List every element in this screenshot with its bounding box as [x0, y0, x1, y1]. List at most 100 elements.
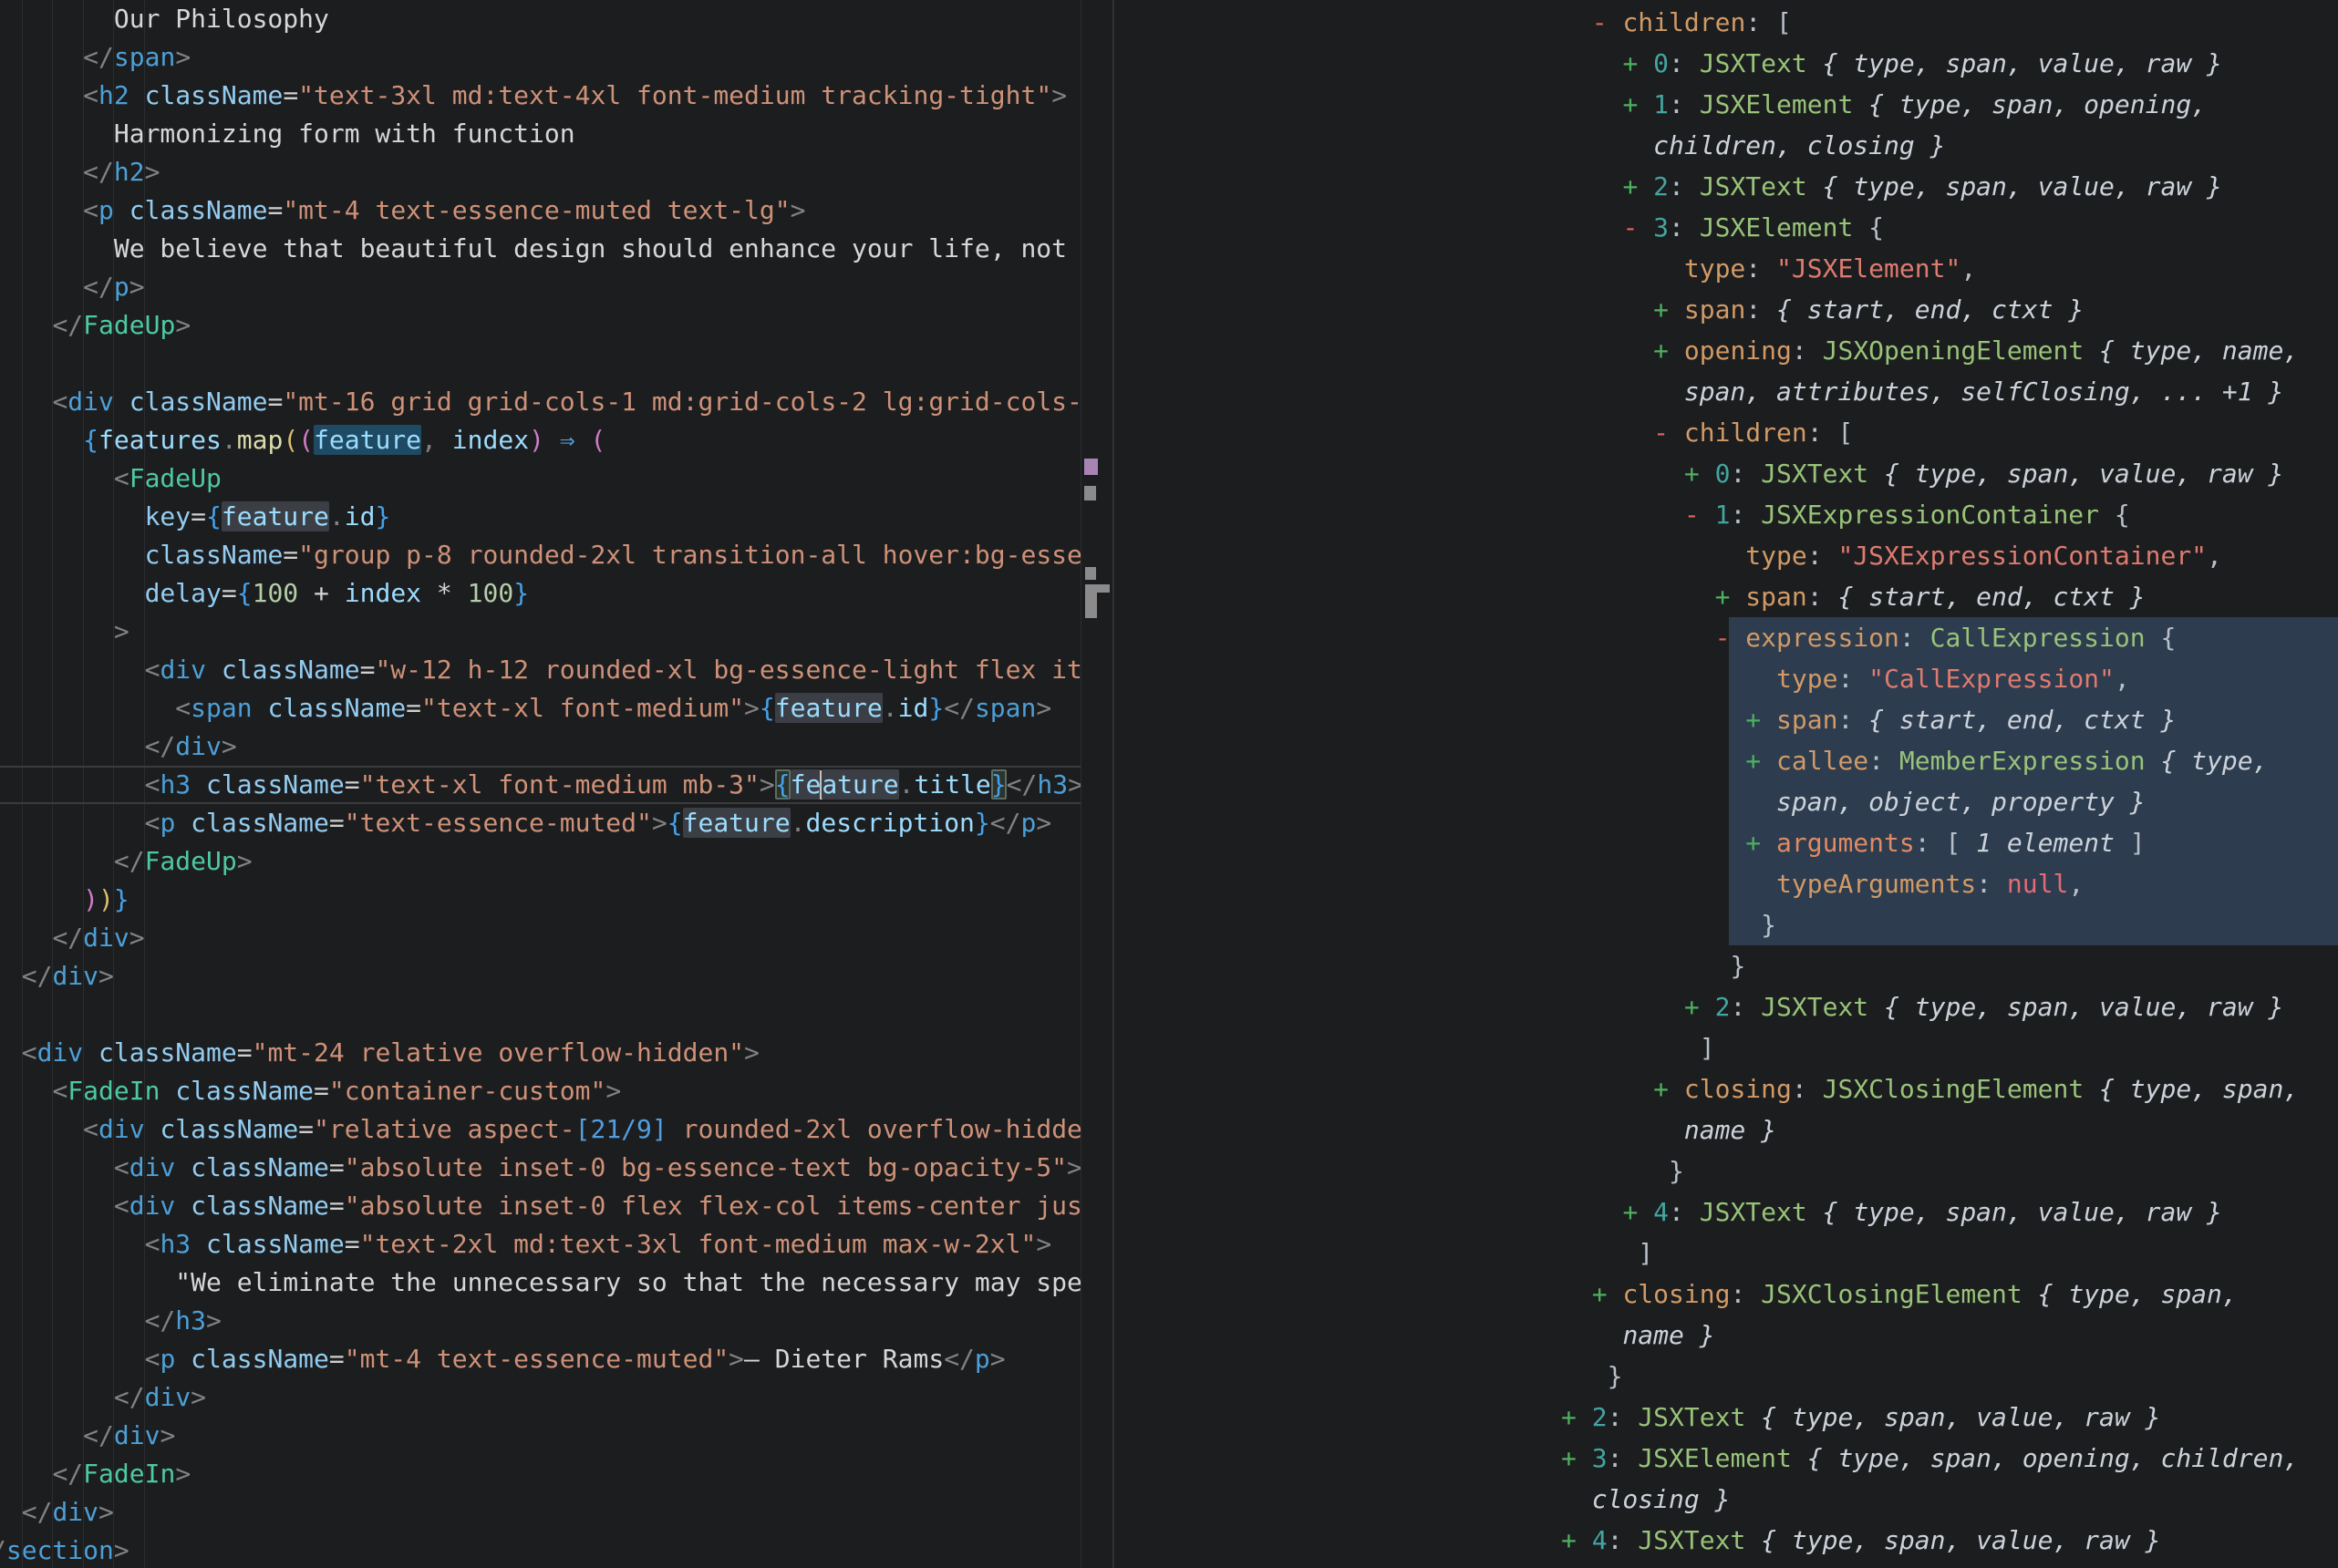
ast-line[interactable]: + callee: MemberExpression { type,: [1561, 740, 2299, 781]
code-line[interactable]: </div>: [0, 919, 1112, 957]
code-line[interactable]: delay={100 + index * 100}: [0, 574, 1112, 613]
code-line[interactable]: </div>: [0, 1417, 1112, 1455]
overview-ruler[interactable]: [1081, 0, 1113, 1568]
ast-line[interactable]: + closing: JSXClosingElement { type, spa…: [1561, 1274, 2299, 1315]
code-line[interactable]: <FadeIn className="container-custom">: [0, 1072, 1112, 1110]
code-line[interactable]: <div className="absolute inset-0 bg-esse…: [0, 1149, 1112, 1187]
code-line[interactable]: </div>: [0, 727, 1112, 766]
ast-line[interactable]: + arguments: [ 1 element ]: [1561, 822, 2299, 863]
ast-line[interactable]: + 2: JSXText { type, span, value, raw }: [1561, 986, 2299, 1027]
expand-icon[interactable]: +: [1653, 335, 1684, 366]
ast-line[interactable]: + 2: JSXText { type, span, value, raw }: [1561, 166, 2299, 207]
code-line[interactable]: <FadeUp: [0, 459, 1112, 498]
ast-line[interactable]: - expression: CallExpression {: [1561, 617, 2299, 658]
ast-line[interactable]: ]: [1561, 1233, 2299, 1274]
code-line[interactable]: <h3 className="text-xl font-medium mb-3"…: [0, 766, 1112, 804]
expand-icon[interactable]: +: [1622, 89, 1653, 119]
code-line[interactable]: [0, 345, 1112, 383]
panel-divider[interactable]: [1112, 0, 1114, 1568]
ast-line[interactable]: }: [1561, 1356, 2299, 1397]
collapse-icon[interactable]: -: [1684, 500, 1715, 530]
expand-icon[interactable]: +: [1684, 992, 1715, 1022]
code-line[interactable]: </h2>: [0, 153, 1112, 191]
ast-line[interactable]: + 3: JSXElement { type, span, opening, c…: [1561, 1438, 2299, 1479]
code-line[interactable]: </div>: [0, 1493, 1112, 1532]
expand-icon[interactable]: +: [1684, 459, 1715, 489]
expand-icon[interactable]: +: [1561, 1525, 1592, 1555]
ast-line[interactable]: type: "CallExpression",: [1561, 658, 2299, 699]
ast-line[interactable]: + 0: JSXText { type, span, value, raw }: [1561, 453, 2299, 494]
code-line[interactable]: </p>: [0, 268, 1112, 306]
ast-line[interactable]: + closing: JSXClosingElement { type, spa…: [1561, 1068, 2299, 1109]
code-line[interactable]: /section>: [0, 1532, 1112, 1568]
collapse-icon[interactable]: -: [1592, 7, 1623, 37]
code-line[interactable]: </FadeIn>: [0, 1455, 1112, 1493]
ast-line[interactable]: }: [1561, 1150, 2299, 1191]
collapse-icon[interactable]: -: [1622, 212, 1653, 242]
code-line[interactable]: <div className="relative aspect-[21/9] r…: [0, 1110, 1112, 1149]
ast-line[interactable]: ]: [1561, 1027, 2299, 1068]
ast-line[interactable]: name }: [1561, 1315, 2299, 1356]
ast-line[interactable]: + 0: JSXText { type, span, value, raw }: [1561, 43, 2299, 84]
expand-icon[interactable]: +: [1653, 294, 1684, 325]
ast-line[interactable]: }: [1561, 945, 2299, 986]
ast-line[interactable]: + 4: JSXText { type, span, value, raw }: [1561, 1191, 2299, 1233]
expand-icon[interactable]: +: [1715, 582, 1746, 612]
expand-icon[interactable]: +: [1622, 48, 1653, 78]
code-line[interactable]: We believe that beautiful design should …: [0, 230, 1112, 268]
expand-icon[interactable]: +: [1561, 1402, 1592, 1432]
code-line[interactable]: Harmonizing form with function: [0, 115, 1112, 153]
code-line[interactable]: className="group p-8 rounded-2xl transit…: [0, 536, 1112, 574]
expand-icon[interactable]: +: [1745, 828, 1776, 858]
ast-line[interactable]: type: "JSXElement",: [1561, 248, 2299, 289]
ast-tree[interactable]: - children: [ + 0: JSXText { type, span,…: [1561, 2, 2299, 1561]
ast-line[interactable]: + opening: JSXOpeningElement { type, nam…: [1561, 330, 2299, 371]
code-line[interactable]: <span className="text-xl font-medium">{f…: [0, 689, 1112, 727]
ast-line[interactable]: children, closing }: [1561, 125, 2299, 166]
code-line[interactable]: >: [0, 613, 1112, 651]
code-line[interactable]: <div className="w-12 h-12 rounded-xl bg-…: [0, 651, 1112, 689]
ast-line[interactable]: + 2: JSXText { type, span, value, raw }: [1561, 1397, 2299, 1438]
ast-line[interactable]: closing }: [1561, 1479, 2299, 1520]
code-line[interactable]: <p className="mt-4 text-essence-muted">—…: [0, 1340, 1112, 1378]
expand-icon[interactable]: +: [1745, 746, 1776, 776]
code-line[interactable]: <div className="absolute inset-0 flex fl…: [0, 1187, 1112, 1225]
code-line[interactable]: [0, 995, 1112, 1034]
expand-icon[interactable]: +: [1592, 1279, 1623, 1309]
code-line[interactable]: </span>: [0, 38, 1112, 77]
ast-line[interactable]: name }: [1561, 1109, 2299, 1150]
ast-line[interactable]: }: [1561, 904, 2299, 945]
code-line[interactable]: <div className="mt-16 grid grid-cols-1 m…: [0, 383, 1112, 421]
ast-line[interactable]: - children: [: [1561, 412, 2299, 453]
ast-line[interactable]: + 4: JSXText { type, span, value, raw }: [1561, 1520, 2299, 1561]
expand-icon[interactable]: +: [1653, 1074, 1684, 1104]
code-line[interactable]: <p className="text-essence-muted">{featu…: [0, 804, 1112, 842]
code-line[interactable]: <h2 className="text-3xl md:text-4xl font…: [0, 77, 1112, 115]
expand-icon[interactable]: +: [1561, 1443, 1592, 1473]
code-editor[interactable]: Our Philosophy </span> <h2 className="te…: [0, 0, 1112, 1568]
ast-line[interactable]: + span: { start, end, ctxt }: [1561, 699, 2299, 740]
ast-line[interactable]: type: "JSXExpressionContainer",: [1561, 535, 2299, 576]
code-line[interactable]: <p className="mt-4 text-essence-muted te…: [0, 191, 1112, 230]
expand-icon[interactable]: +: [1622, 1197, 1653, 1227]
ast-line[interactable]: + 1: JSXElement { type, span, opening,: [1561, 84, 2299, 125]
code-line[interactable]: </FadeUp>: [0, 842, 1112, 881]
code-line[interactable]: </FadeUp>: [0, 306, 1112, 345]
code-line[interactable]: </div>: [0, 957, 1112, 995]
ast-line[interactable]: - children: [: [1561, 2, 2299, 43]
code-line[interactable]: ))}: [0, 881, 1112, 919]
ast-line[interactable]: - 3: JSXElement {: [1561, 207, 2299, 248]
ast-panel[interactable]: - children: [ + 0: JSXText { type, span,…: [1114, 0, 2338, 1568]
ast-line[interactable]: typeArguments: null,: [1561, 863, 2299, 904]
ast-line[interactable]: + span: { start, end, ctxt }: [1561, 576, 2299, 617]
code-line[interactable]: <h3 className="text-2xl md:text-3xl font…: [0, 1225, 1112, 1264]
ast-line[interactable]: - 1: JSXExpressionContainer {: [1561, 494, 2299, 535]
code-line[interactable]: <div className="mt-24 relative overflow-…: [0, 1034, 1112, 1072]
code-line[interactable]: "We eliminate the unnecessary so that th…: [0, 1264, 1112, 1302]
code-line[interactable]: </div>: [0, 1378, 1112, 1417]
collapse-icon[interactable]: -: [1715, 623, 1746, 653]
code-line[interactable]: Our Philosophy: [0, 0, 1112, 38]
expand-icon[interactable]: +: [1622, 171, 1653, 201]
code-line[interactable]: {features.map((feature, index) ⇒ (: [0, 421, 1112, 459]
code-line[interactable]: </h3>: [0, 1302, 1112, 1340]
